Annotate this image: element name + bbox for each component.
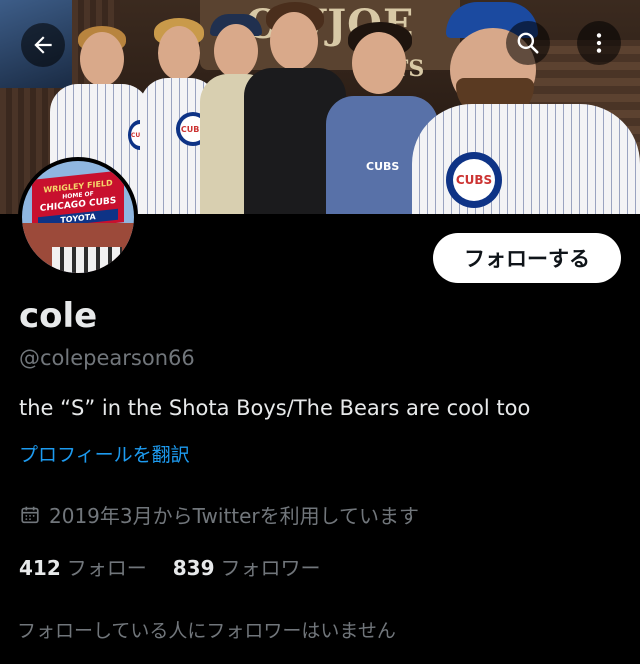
user-handle: @colepearson66: [19, 346, 195, 370]
following-label: フォロー: [66, 556, 147, 580]
profile-bio: the “S” in the Shota Boys/The Bears are …: [19, 396, 531, 420]
back-arrow-icon: [34, 36, 52, 54]
following-count: 412: [19, 556, 61, 580]
person-jersey: [412, 104, 640, 214]
translate-profile-link[interactable]: プロフィールを翻訳: [19, 440, 190, 467]
shirt-text: CUBS: [366, 160, 400, 173]
avatar[interactable]: WRIGLEY FIELD HOME OF CHICAGO CUBS TOYOT…: [18, 157, 138, 277]
person-head: [80, 32, 124, 86]
mutual-followers-note: フォローしている人にフォロワーはいません: [17, 620, 396, 642]
person-head: [352, 32, 406, 94]
followers-label: フォロワー: [220, 556, 321, 580]
back-button[interactable]: [21, 23, 65, 67]
search-button[interactable]: [506, 21, 550, 65]
person-head: [270, 12, 318, 70]
more-button[interactable]: [577, 21, 621, 65]
more-vertical-icon: [596, 33, 602, 53]
followers-count: 839: [172, 556, 215, 580]
display-name: cole: [19, 296, 98, 336]
avatar-people: [52, 247, 122, 273]
calendar-icon: [21, 506, 39, 523]
joined-date: 2019年3月からTwitterを利用しています: [19, 500, 419, 529]
follow-stats: 412 フォロー 839 フォロワー: [19, 552, 321, 581]
follow-button[interactable]: フォローする: [433, 233, 621, 283]
following-stat[interactable]: 412 フォロー: [19, 552, 147, 581]
followers-stat[interactable]: 839 フォロワー: [173, 552, 321, 581]
search-icon: [517, 32, 539, 54]
joined-text: 2019年3月からTwitterを利用しています: [49, 504, 420, 528]
cubs-logo: CUBS: [446, 152, 502, 208]
person-head: [158, 26, 200, 80]
